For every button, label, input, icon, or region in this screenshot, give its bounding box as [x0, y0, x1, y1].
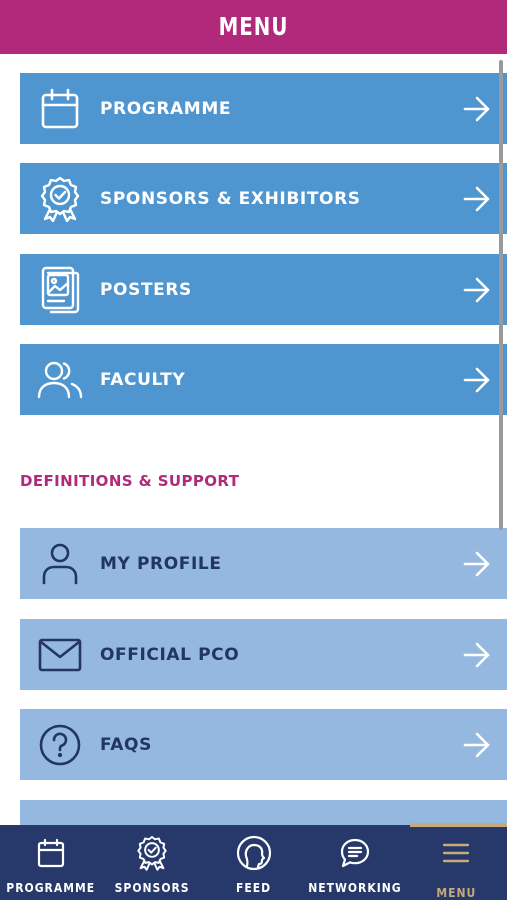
nav-item-networking[interactable]: NETWORKING — [304, 825, 405, 900]
arrow-right-icon — [447, 254, 507, 325]
menu-item-faculty[interactable]: FACULTY — [20, 344, 507, 415]
menu-item-label: OFFICIAL PCO — [100, 644, 240, 665]
question-circle-icon — [20, 709, 100, 780]
nav-item-feed[interactable]: FEED — [203, 825, 304, 900]
menu-item-official-pco[interactable]: OFFICIAL PCO — [20, 619, 507, 690]
user-icon — [20, 528, 100, 599]
menu-item-label: PROGRAMME — [100, 98, 232, 119]
menu-item-label: FACULTY — [100, 369, 186, 390]
chat-bubble-icon — [339, 834, 371, 872]
app-header: MENU — [0, 0, 507, 54]
arrow-right-icon — [447, 163, 507, 234]
nav-item-programme[interactable]: PROGRAMME — [0, 825, 101, 900]
arrow-right-icon — [447, 344, 507, 415]
nav-label: SPONSORS — [114, 881, 190, 895]
people-icon — [20, 344, 100, 415]
nav-label: MENU — [436, 886, 477, 900]
arrow-right-icon — [447, 619, 507, 690]
nav-item-sponsors[interactable]: SPONSORS — [101, 825, 202, 900]
envelope-icon — [20, 619, 100, 690]
menu-item-partial[interactable] — [20, 800, 507, 825]
menu-item-posters[interactable]: POSTERS — [20, 254, 507, 325]
feed-head-icon — [236, 834, 272, 872]
bottom-nav: PROGRAMME SPONSORS FEED NETWORKING MENU — [0, 823, 507, 900]
nav-item-menu[interactable]: MENU — [406, 823, 507, 900]
menu-content[interactable]: PROGRAMME SPONSORS & EXHIBITORS POSTERS … — [0, 54, 507, 825]
calendar-icon — [20, 73, 100, 144]
menu-item-my-profile[interactable]: MY PROFILE — [20, 528, 507, 599]
nav-label: PROGRAMME — [6, 881, 96, 895]
nav-label: NETWORKING — [308, 881, 402, 895]
scrollbar[interactable] — [499, 60, 503, 530]
section-heading-definitions-support: DEFINITIONS & SUPPORT — [20, 472, 240, 490]
award-badge-icon — [20, 163, 100, 234]
arrow-right-icon — [447, 73, 507, 144]
menu-item-label: MY PROFILE — [100, 553, 222, 574]
arrow-right-icon — [447, 709, 507, 780]
menu-item-label: POSTERS — [100, 279, 192, 300]
menu-item-label: FAQS — [100, 734, 152, 755]
arrow-right-icon — [447, 528, 507, 599]
menu-item-faqs[interactable]: FAQS — [20, 709, 507, 780]
nav-label: FEED — [235, 881, 272, 895]
info-circle-icon — [20, 800, 100, 825]
menu-item-label: SPONSORS & EXHIBITORS — [100, 188, 361, 209]
menu-item-programme[interactable]: PROGRAMME — [20, 73, 507, 144]
page-title: MENU — [218, 12, 289, 42]
calendar-icon — [37, 834, 65, 872]
hamburger-icon — [442, 834, 470, 872]
poster-icon — [20, 254, 100, 325]
award-badge-icon — [136, 834, 168, 872]
menu-item-sponsors-exhibitors[interactable]: SPONSORS & EXHIBITORS — [20, 163, 507, 234]
